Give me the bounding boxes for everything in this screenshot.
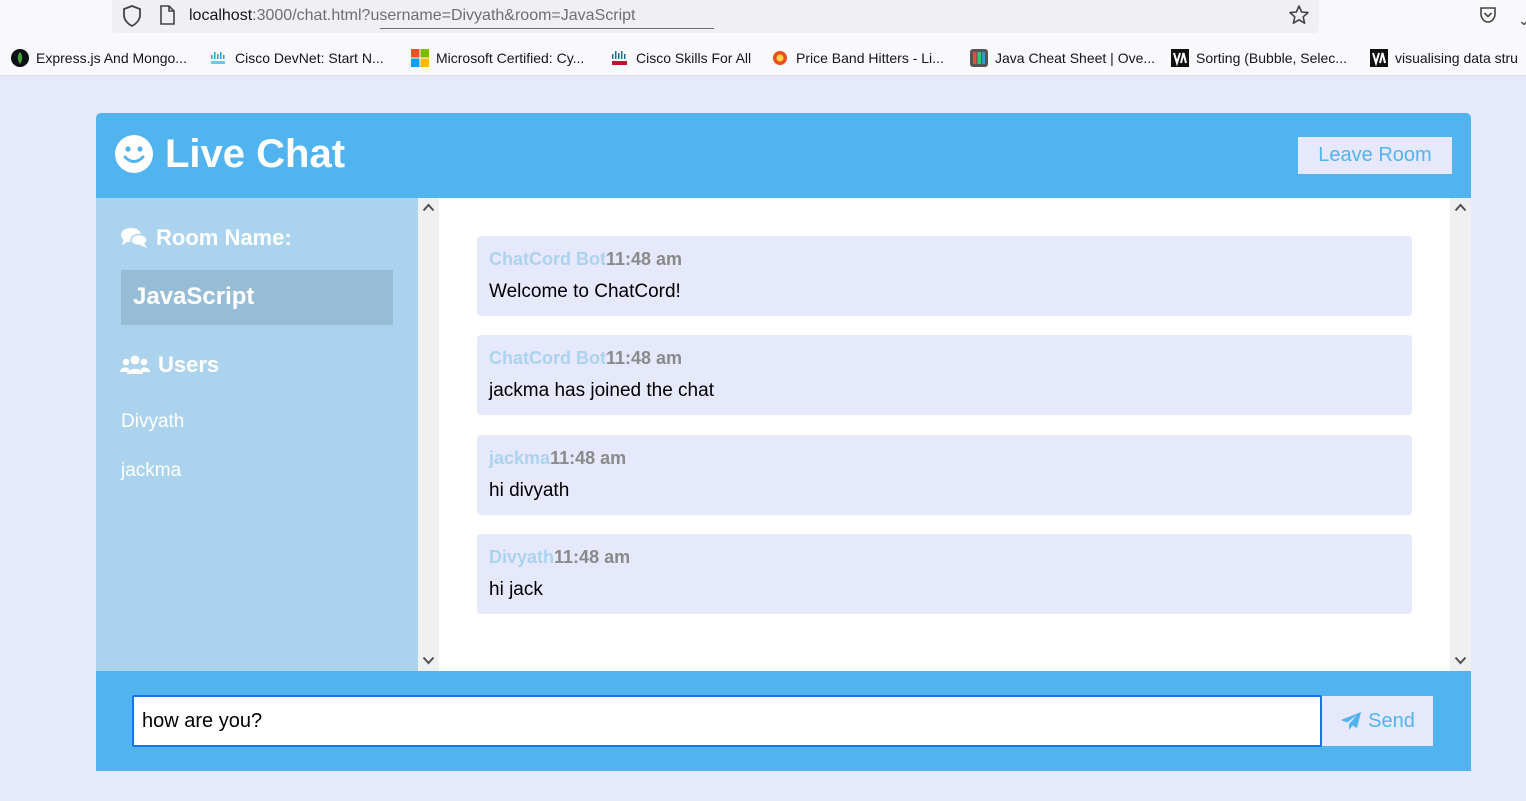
bookmark-label: Microsoft Certified: Cy... bbox=[436, 50, 585, 66]
url-text[interactable]: localhost:3000/chat.html?username=Divyat… bbox=[189, 7, 635, 25]
chat-sidebar: Room Name: JavaScript Users Divyath jack… bbox=[96, 198, 418, 671]
bookmark-item[interactable]: visualising data stru bbox=[1370, 49, 1518, 67]
paper-plane-icon bbox=[1341, 712, 1362, 730]
chat-header: Live Chat Leave Room bbox=[96, 113, 1471, 198]
page-title: Live Chat bbox=[165, 132, 346, 176]
chat-messages: ChatCord Bot11:48 am Welcome to ChatCord… bbox=[439, 198, 1450, 671]
bookmark-item[interactable]: Sorting (Bubble, Selec... bbox=[1171, 49, 1347, 67]
leave-room-button[interactable]: Leave Room bbox=[1298, 137, 1452, 174]
user-list-item: Divyath bbox=[121, 411, 185, 432]
scroll-down-icon[interactable] bbox=[1454, 656, 1467, 665]
bookmark-item[interactable]: Cisco Skills For All bbox=[611, 49, 751, 67]
message-text: hi jack bbox=[489, 579, 543, 600]
room-name: JavaScript bbox=[121, 270, 393, 325]
room-name-label: Room Name: bbox=[156, 225, 292, 250]
url-host: localhost bbox=[189, 7, 253, 24]
bookmark-label: Price Band Hitters - Li... bbox=[796, 50, 944, 66]
bookmark-label: Sorting (Bubble, Selec... bbox=[1196, 50, 1347, 66]
cisco-icon bbox=[612, 51, 627, 65]
url-underline bbox=[380, 28, 714, 29]
message: Divyath11:48 am hi jack bbox=[477, 534, 1412, 614]
bookmark-label: Java Cheat Sheet | Ove... bbox=[995, 50, 1156, 66]
message-username: Divyath bbox=[489, 547, 555, 567]
message-time: 11:48 am bbox=[605, 348, 683, 368]
message-meta: ChatCord Bot11:48 am bbox=[489, 348, 682, 369]
message-text: jackma has joined the chat bbox=[489, 380, 714, 401]
scroll-up-icon[interactable] bbox=[422, 203, 435, 212]
visualgo-icon bbox=[1171, 49, 1189, 67]
microsoft-icon bbox=[411, 49, 429, 67]
url-path: :3000/chat.html?username=Divyath&room=Ja… bbox=[252, 7, 636, 24]
comments-icon bbox=[121, 228, 148, 248]
bookmark-star-icon[interactable] bbox=[1288, 4, 1310, 26]
bookmark-label: Express.js And Mongo... bbox=[36, 50, 187, 66]
cisco-icon bbox=[211, 52, 225, 64]
bookmark-item[interactable]: Price Band Hitters - Li... bbox=[771, 49, 944, 67]
smile-icon bbox=[115, 135, 153, 173]
chat-container: Live Chat Leave Room Room Name: JavaScri… bbox=[96, 113, 1471, 771]
bookmark-item[interactable]: Microsoft Certified: Cy... bbox=[411, 49, 584, 67]
send-label: Send bbox=[1368, 709, 1415, 732]
sidebar-scrollbar[interactable] bbox=[418, 198, 439, 671]
bookmark-label: Cisco DevNet: Start N... bbox=[235, 50, 384, 66]
price-band-icon bbox=[773, 51, 787, 65]
send-button[interactable]: Send bbox=[1322, 696, 1433, 746]
scroll-up-icon[interactable] bbox=[1454, 203, 1467, 212]
room-name-heading: Room Name: bbox=[120, 225, 292, 251]
message-meta: ChatCord Bot11:48 am bbox=[489, 249, 682, 270]
java-cheat-icon bbox=[970, 49, 988, 67]
users-heading: Users bbox=[120, 352, 219, 378]
bookmark-label: Cisco Skills For All bbox=[636, 50, 752, 66]
users-label: Users bbox=[158, 352, 220, 377]
page-icon[interactable] bbox=[158, 5, 176, 25]
bookmark-item[interactable]: Java Cheat Sheet | Ove... bbox=[970, 49, 1155, 67]
user-list-item: jackma bbox=[121, 460, 182, 481]
mongodb-leaf-icon bbox=[11, 49, 29, 67]
message-username: jackma bbox=[489, 448, 551, 468]
chat-form: Send bbox=[96, 671, 1471, 771]
message: ChatCord Bot11:48 am Welcome to ChatCord… bbox=[477, 236, 1412, 316]
message-time: 11:48 am bbox=[554, 547, 631, 567]
pocket-icon[interactable] bbox=[1478, 5, 1498, 25]
message-text: Welcome to ChatCord! bbox=[489, 281, 681, 302]
shield-icon[interactable] bbox=[122, 5, 142, 27]
message-time: 11:48 am bbox=[605, 249, 683, 269]
message-text: hi divyath bbox=[489, 480, 570, 501]
message: ChatCord Bot11:48 am jackma has joined t… bbox=[477, 335, 1412, 415]
message-meta: jackma11:48 am bbox=[489, 448, 626, 469]
visualgo-icon bbox=[1370, 49, 1388, 67]
message-meta: Divyath11:48 am bbox=[489, 547, 630, 568]
message-time: 11:48 am bbox=[550, 448, 627, 468]
scroll-down-icon[interactable] bbox=[422, 656, 435, 665]
bookmarks-bar: Express.js And Mongo... Cisco DevNet: St… bbox=[0, 36, 1526, 76]
bookmark-item[interactable]: Express.js And Mongo... bbox=[11, 49, 187, 67]
message-username: ChatCord Bot bbox=[489, 348, 606, 368]
browser-toolbar: localhost:3000/chat.html?username=Divyat… bbox=[0, 0, 1526, 36]
message: jackma11:48 am hi divyath bbox=[477, 435, 1412, 515]
message-input[interactable] bbox=[132, 695, 1322, 747]
bookmark-item[interactable]: Cisco DevNet: Start N... bbox=[210, 49, 384, 67]
users-icon bbox=[120, 355, 150, 374]
message-username: ChatCord Bot bbox=[489, 249, 606, 269]
messages-scrollbar[interactable] bbox=[1450, 198, 1471, 671]
extensions-icon[interactable]: ⌄ bbox=[1518, 12, 1526, 29]
bookmark-label: visualising data stru bbox=[1395, 50, 1518, 66]
